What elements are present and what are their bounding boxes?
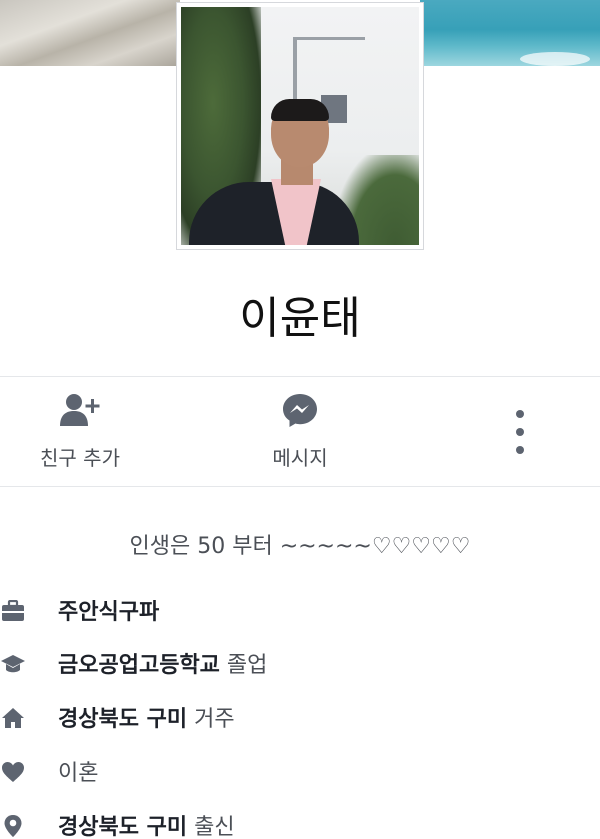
home-icon bbox=[0, 705, 26, 731]
street-lamp-arm bbox=[295, 37, 365, 40]
intro-work[interactable]: 주안식구파 bbox=[0, 590, 600, 630]
intro-residence[interactable]: 경상북도 구미 거주 bbox=[0, 697, 600, 737]
intro-text: 경상북도 구미 출신 bbox=[58, 815, 235, 839]
intro-text: 경상북도 구미 거주 bbox=[58, 707, 235, 732]
intro-hometown[interactable]: 경상북도 구미 출신 bbox=[0, 805, 600, 839]
divider-bottom bbox=[0, 486, 600, 487]
message-button[interactable]: 메시지 bbox=[240, 392, 360, 471]
more-dot bbox=[516, 410, 524, 418]
add-friend-button[interactable]: 친구 추가 bbox=[20, 392, 140, 471]
profile-name: 이윤태 bbox=[239, 293, 361, 344]
intro-education[interactable]: 금오공업고등학교 졸업 bbox=[0, 643, 600, 683]
intro-text: 이혼 bbox=[58, 761, 99, 786]
more-dot bbox=[516, 428, 524, 436]
profile-bio: 인생은 50 부터 ~~~~~♡♡♡♡♡ bbox=[129, 534, 471, 559]
cover-photo-left bbox=[0, 0, 180, 66]
more-dot bbox=[516, 446, 524, 454]
cover-wave bbox=[520, 52, 590, 66]
intro-text: 금오공업고등학교 졸업 bbox=[58, 653, 268, 678]
message-label: 메시지 bbox=[272, 446, 328, 470]
more-options-icon[interactable] bbox=[508, 410, 532, 454]
location-pin-icon bbox=[0, 813, 26, 839]
divider-top bbox=[0, 376, 600, 377]
graduation-cap-icon bbox=[0, 651, 26, 677]
intro-relationship[interactable]: 이혼 bbox=[0, 751, 600, 791]
intro-text: 주안식구파 bbox=[58, 600, 160, 625]
person-hair bbox=[271, 99, 329, 121]
add-friend-icon bbox=[20, 392, 140, 428]
profile-picture[interactable] bbox=[176, 2, 424, 250]
briefcase-icon bbox=[0, 598, 26, 624]
add-friend-label: 친구 추가 bbox=[40, 446, 120, 470]
heart-icon bbox=[0, 759, 26, 785]
avatar bbox=[181, 7, 419, 245]
messenger-icon bbox=[240, 392, 360, 428]
